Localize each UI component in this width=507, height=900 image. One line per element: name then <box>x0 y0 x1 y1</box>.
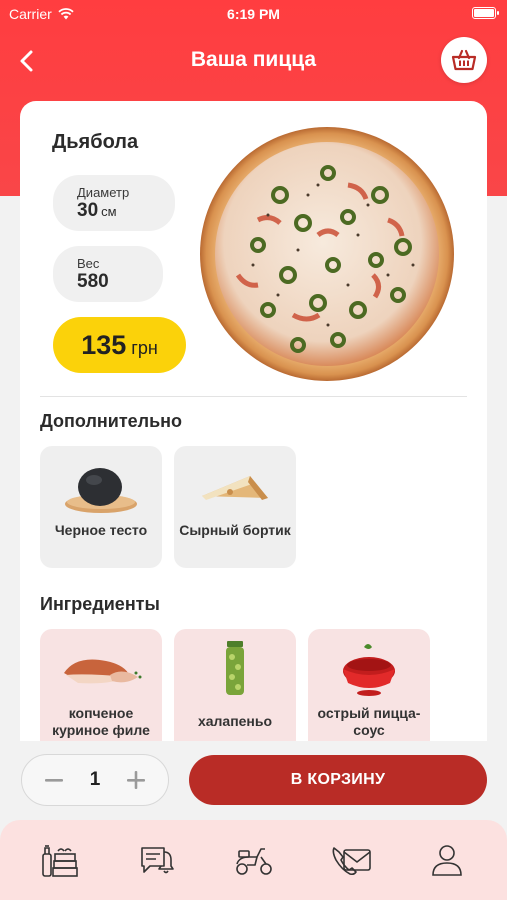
profile-icon <box>432 845 462 876</box>
extra-item-label: Сырный бортик <box>179 522 291 538</box>
tab-profile[interactable] <box>425 840 469 880</box>
pizza-name: Дьябола <box>52 131 139 153</box>
ingredient-item-label: острый пицца-соус <box>317 705 421 738</box>
price-currency: грн <box>131 338 158 358</box>
price-value: 135 <box>81 330 127 360</box>
ingredients-title: Ингредиенты <box>40 594 160 614</box>
tab-delivery[interactable] <box>232 840 276 880</box>
scooter-icon <box>236 848 272 875</box>
tab-news[interactable] <box>136 840 180 880</box>
navigation-bar: Ваша пицца <box>0 36 507 86</box>
page-title: Ваша пицца <box>190 48 317 71</box>
weight-label: Вес <box>77 255 100 271</box>
ingredient-item-label: копченое куриное филе <box>52 705 150 738</box>
basket-icon <box>451 49 477 71</box>
extra-item-label: Черное тесто <box>54 522 148 538</box>
diameter-pill: Диаметр 30 см <box>53 175 175 231</box>
price-badge: 135 грн <box>53 317 186 373</box>
pizza-box-icon <box>42 845 78 877</box>
extra-item-cheese-crust[interactable]: Сырный бортик <box>174 446 296 568</box>
diameter-label: Диаметр <box>77 184 130 200</box>
basket-button[interactable] <box>441 37 487 83</box>
smoked-chicken-image <box>64 659 142 684</box>
quantity-stepper[interactable]: 1 <box>21 754 169 806</box>
phone-mail-icon <box>332 847 371 876</box>
status-bar: Carrier 6:19 PM <box>0 0 507 28</box>
weight-value: 580 <box>77 270 109 292</box>
extra-item-black-dough[interactable]: Черное тесто <box>40 446 162 568</box>
extras-title: Дополнительно <box>40 411 183 431</box>
add-to-cart-button[interactable]: В КОРЗИНУ <box>189 755 487 805</box>
jalapeno-jar-image <box>226 641 244 695</box>
status-time: 6:19 PM <box>227 6 280 22</box>
ingredient-item-label: халапеньо <box>197 713 273 729</box>
diameter-value: 30 <box>77 199 99 221</box>
plus-icon <box>127 771 145 789</box>
battery-icon <box>472 7 499 19</box>
black-dough-image <box>65 468 137 513</box>
tab-contacts[interactable] <box>329 840 373 880</box>
product-card: Дьябола Диаметр 30 см Вес 580 135 грн До… <box>20 101 487 761</box>
divider <box>40 396 467 397</box>
hot-sauce-image <box>343 644 395 696</box>
diameter-unit: см <box>101 203 117 219</box>
weight-pill: Вес 580 <box>53 246 163 302</box>
pizza-image <box>200 127 454 381</box>
increase-button[interactable] <box>124 768 148 792</box>
cheese-crust-image <box>202 476 268 500</box>
tab-menu[interactable] <box>38 840 82 880</box>
chat-bell-icon <box>141 847 174 874</box>
tab-bar <box>0 820 507 900</box>
